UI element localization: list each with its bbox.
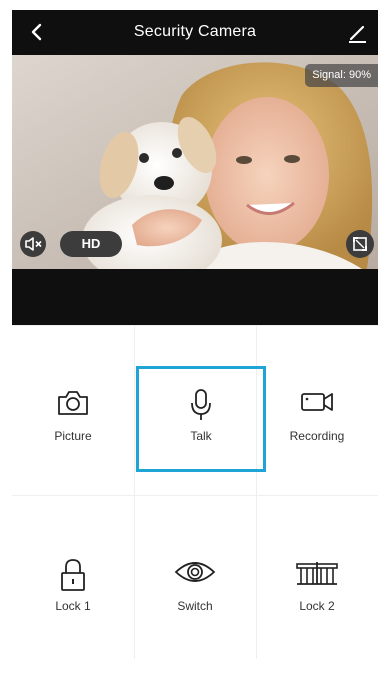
- recording-button[interactable]: Recording: [256, 366, 378, 506]
- picture-label: Picture: [54, 429, 92, 443]
- edit-icon[interactable]: [345, 21, 369, 45]
- recording-label: Recording: [289, 429, 345, 443]
- app-root: Security Camera Signal: 90% HD Picture T…: [0, 0, 378, 659]
- lock-2-label: Lock 2: [299, 599, 335, 613]
- picture-button[interactable]: Picture: [12, 366, 134, 506]
- talk-button[interactable]: Talk: [136, 366, 266, 472]
- eye-icon: [134, 558, 256, 590]
- fullscreen-button[interactable]: [346, 230, 374, 258]
- camera-video-feed[interactable]: Signal: 90% HD: [12, 55, 378, 269]
- gate-icon: [256, 558, 378, 590]
- fullscreen-icon: [353, 237, 367, 251]
- video-camera-icon: [256, 388, 378, 420]
- microphone-icon: [136, 388, 266, 420]
- padlock-icon: [12, 558, 134, 591]
- mute-toggle[interactable]: [20, 231, 46, 257]
- camera-icon: [12, 388, 134, 420]
- grid-divider: [12, 325, 378, 326]
- switch-label: Switch: [177, 599, 213, 613]
- lock-1-label: Lock 1: [55, 599, 91, 613]
- top-bar: Security Camera: [12, 10, 378, 55]
- speaker-mute-icon: [25, 237, 42, 251]
- lock-2-button[interactable]: Lock 2: [256, 536, 378, 676]
- controls-grid: Picture Talk Recording Lock 1 Switch Loc…: [12, 325, 378, 659]
- page-title: Security Camera: [133, 23, 257, 40]
- hd-quality-button[interactable]: HD: [60, 231, 122, 257]
- switch-button[interactable]: Switch: [134, 536, 256, 676]
- lock-1-button[interactable]: Lock 1: [12, 536, 134, 676]
- talk-label: Talk: [190, 429, 212, 443]
- video-footer-bar: [12, 269, 378, 325]
- signal-strength-badge: Signal: 90%: [305, 64, 378, 87]
